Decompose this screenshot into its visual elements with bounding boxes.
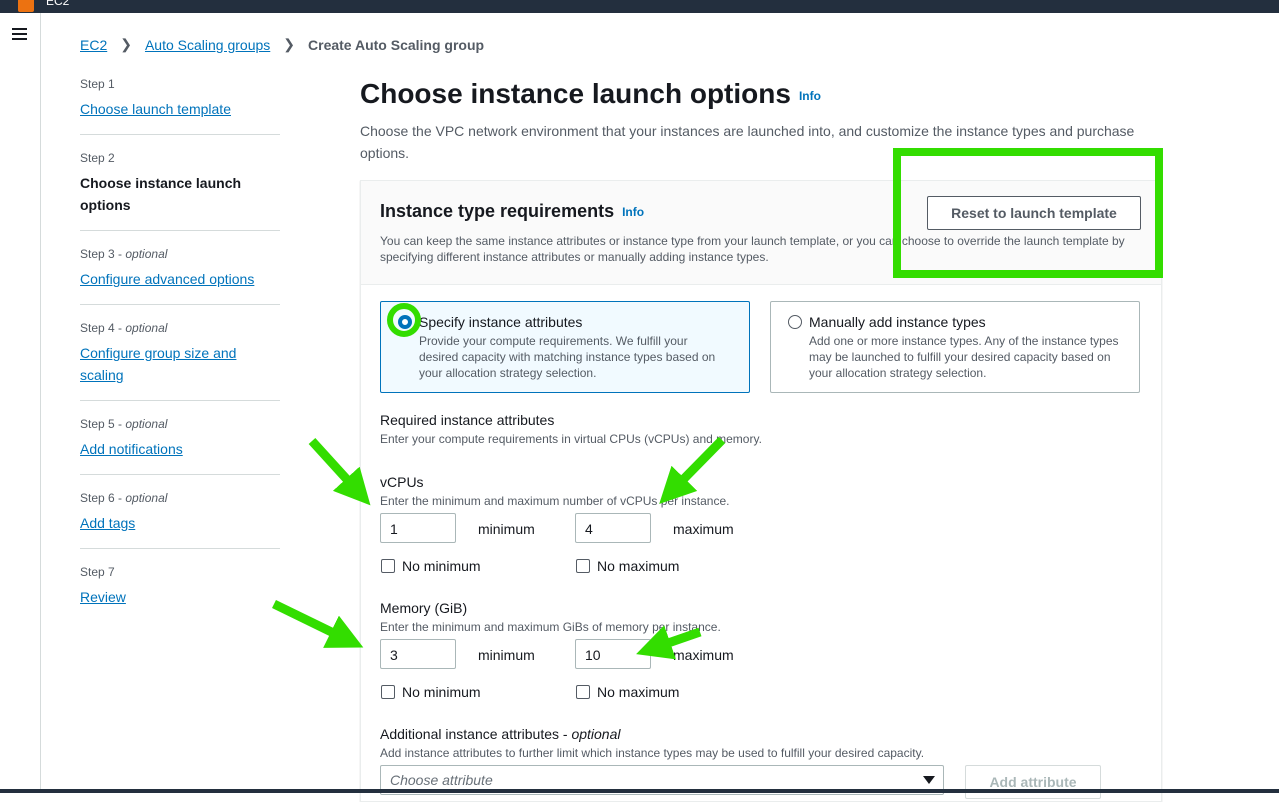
tile-manually-add-instance-types[interactable]: Manually add instance types Add one or m… — [770, 301, 1140, 393]
step-number: Step 6 - optional — [80, 491, 168, 505]
instance-type-requirements-panel: Instance type requirements Info You can k… — [360, 180, 1162, 802]
tile-title: Manually add instance types — [809, 314, 986, 330]
tile-specify-instance-attributes[interactable]: Specify instance attributes Provide your… — [380, 301, 750, 393]
page-title: Choose instance launch options Info — [360, 78, 821, 109]
vcpus-no-minimum-checkbox[interactable] — [381, 559, 395, 573]
memory-description: Enter the minimum and maximum GiBs of me… — [380, 620, 721, 634]
panel-title: Instance type requirements Info — [380, 201, 645, 221]
step-current-label: Choose instance launch options — [80, 175, 242, 213]
top-navigation-bar: EC2 — [0, 0, 1279, 13]
step-number: Step 5 - optional — [80, 417, 168, 431]
annotation-arrow — [272, 599, 364, 648]
info-link[interactable]: Info — [799, 89, 821, 103]
step-link-configure-group-size[interactable]: Configure group size and scaling — [80, 345, 236, 383]
memory-max-suffix: maximum — [673, 647, 734, 663]
wizard-step-7: Step 7 Review — [80, 564, 280, 622]
radio-selected-icon[interactable] — [398, 315, 412, 329]
breadcrumb: EC2 ❯ Auto Scaling groups ❯ Create Auto … — [80, 36, 484, 53]
main-content: Choose instance launch options Info Choos… — [360, 76, 1160, 164]
panel-header: Instance type requirements Info You can k… — [361, 181, 1161, 285]
memory-no-maximum-checkbox[interactable] — [576, 685, 590, 699]
service-name[interactable]: EC2 — [46, 0, 69, 8]
step-number: Step 1 — [80, 77, 115, 91]
vcpus-no-minimum-label: No minimum — [402, 558, 481, 574]
tile-description: Provide your compute requirements. We fu… — [419, 334, 716, 380]
vcpus-no-maximum-label: No maximum — [597, 558, 680, 574]
vcpus-max-input[interactable]: 4 — [575, 513, 651, 543]
memory-min-input[interactable]: 3 — [380, 639, 456, 669]
tile-description: Add one or more instance types. Any of t… — [809, 334, 1119, 380]
memory-no-minimum-label: No minimum — [402, 684, 481, 700]
step-number: Step 3 - optional — [80, 247, 168, 261]
radio-unselected-icon[interactable] — [788, 315, 802, 329]
ec2-service-icon[interactable] — [18, 0, 34, 12]
step-number: Step 4 - optional — [80, 321, 168, 335]
step-link-add-tags[interactable]: Add tags — [80, 515, 135, 531]
wizard-step-6: Step 6 - optional Add tags — [80, 490, 280, 549]
annotation-arrow — [308, 437, 371, 506]
wizard-step-5: Step 5 - optional Add notifications — [80, 416, 280, 475]
chevron-right-icon: ❯ — [283, 36, 296, 52]
reset-to-launch-template-button[interactable]: Reset to launch template — [927, 196, 1141, 230]
step-number: Step 2 — [80, 151, 115, 165]
panel-description: You can keep the same instance attribute… — [380, 234, 1125, 264]
memory-no-maximum-label: No maximum — [597, 684, 680, 700]
bottom-bar — [0, 789, 1279, 793]
wizard-steps: Step 1 Choose launch template Step 2 Cho… — [80, 76, 280, 637]
chevron-right-icon: ❯ — [120, 36, 132, 52]
step-link-add-notifications[interactable]: Add notifications — [80, 441, 183, 457]
memory-no-minimum-checkbox[interactable] — [381, 685, 395, 699]
breadcrumb-current: Create Auto Scaling group — [308, 36, 485, 53]
vcpus-label: vCPUs — [380, 474, 424, 490]
wizard-step-2: Step 2 Choose instance launch options — [80, 150, 280, 231]
memory-max-input[interactable]: 10 — [575, 639, 651, 669]
wizard-step-4: Step 4 - optional Configure group size a… — [80, 320, 280, 401]
memory-min-suffix: minimum — [478, 647, 535, 663]
breadcrumb-ec2[interactable]: EC2 — [80, 37, 107, 53]
info-link[interactable]: Info — [622, 205, 644, 219]
vcpus-description: Enter the minimum and maximum number of … — [380, 494, 730, 508]
wizard-step-1: Step 1 Choose launch template — [80, 76, 280, 135]
vcpus-max-suffix: maximum — [673, 521, 734, 537]
side-navigation-rail — [0, 13, 41, 789]
step-number: Step 7 — [80, 565, 115, 579]
tile-title: Specify instance attributes — [419, 314, 583, 330]
vcpus-min-suffix: minimum — [478, 521, 535, 537]
required-attributes-description: Enter your compute requirements in virtu… — [380, 432, 762, 446]
additional-attributes-label: Additional instance attributes - optiona… — [380, 726, 621, 742]
wizard-step-3: Step 3 - optional Configure advanced opt… — [80, 246, 280, 305]
vcpus-no-maximum-checkbox[interactable] — [576, 559, 590, 573]
page-description: Choose the VPC network environment that … — [360, 122, 1135, 161]
step-link-review[interactable]: Review — [80, 589, 126, 605]
caret-down-icon — [923, 776, 935, 784]
select-placeholder: Choose attribute — [390, 772, 493, 788]
additional-attributes-description: Add instance attributes to further limit… — [380, 746, 925, 760]
menu-icon[interactable] — [12, 28, 27, 40]
step-link-configure-advanced-options[interactable]: Configure advanced options — [80, 271, 254, 287]
breadcrumb-auto-scaling-groups[interactable]: Auto Scaling groups — [145, 37, 270, 53]
vcpus-min-input[interactable]: 1 — [380, 513, 456, 543]
step-link-choose-launch-template[interactable]: Choose launch template — [80, 101, 231, 117]
add-attribute-button[interactable]: Add attribute — [965, 765, 1101, 799]
memory-label: Memory (GiB) — [380, 600, 468, 616]
required-attributes-label: Required instance attributes — [380, 412, 555, 428]
